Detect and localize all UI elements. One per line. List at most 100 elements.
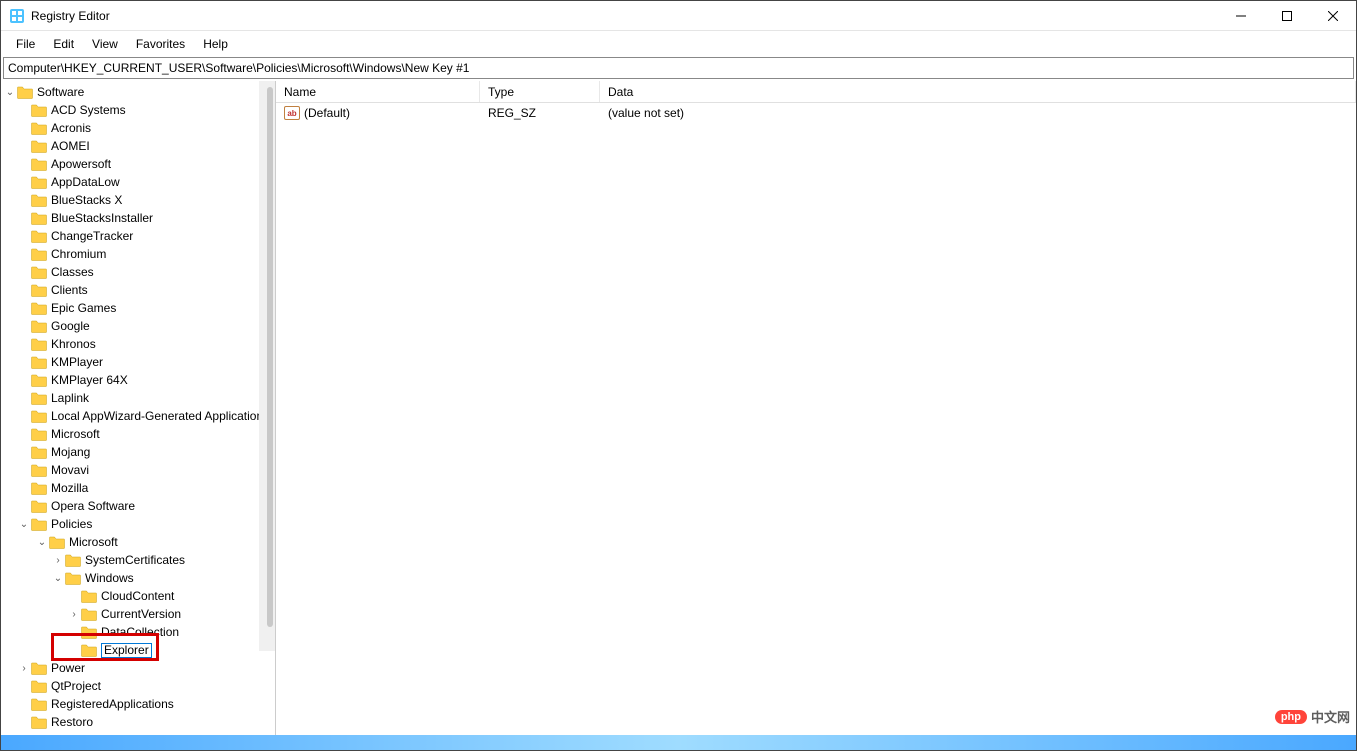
- tree-item[interactable]: ›SystemCertificates: [3, 551, 275, 569]
- list-header-data[interactable]: Data: [600, 81, 1356, 102]
- folder-icon: [31, 464, 47, 477]
- tree-item-label: BlueStacksInstaller: [51, 211, 153, 225]
- tree-scrollbar[interactable]: [259, 81, 275, 651]
- title-bar: Registry Editor: [1, 1, 1356, 31]
- expander-icon[interactable]: ⌄: [3, 87, 17, 98]
- list-header-name[interactable]: Name: [276, 81, 480, 102]
- tree-item[interactable]: AOMEI: [3, 137, 275, 155]
- tree-item[interactable]: ⌄Policies: [3, 515, 275, 533]
- folder-icon: [81, 608, 97, 621]
- minimize-button[interactable]: [1218, 1, 1264, 31]
- tree-item-label: Microsoft: [69, 535, 118, 549]
- expander-icon[interactable]: ⌄: [17, 519, 31, 530]
- tree-item[interactable]: Local AppWizard-Generated Applications: [3, 407, 275, 425]
- folder-icon: [31, 698, 47, 711]
- tree-item[interactable]: ChangeTracker: [3, 227, 275, 245]
- menu-bar: File Edit View Favorites Help: [1, 31, 1356, 57]
- folder-icon: [31, 212, 47, 225]
- tree-item[interactable]: CloudContent: [3, 587, 275, 605]
- tree-item[interactable]: Google: [3, 317, 275, 335]
- tree-item[interactable]: Movavi: [3, 461, 275, 479]
- tree-item-label: Chromium: [51, 247, 106, 261]
- expander-icon[interactable]: ›: [17, 663, 31, 674]
- folder-icon: [49, 536, 65, 549]
- tree-pane[interactable]: ⌄ Software ACD Systems AcronisAOMEIApowerso…: [1, 81, 276, 735]
- tree-item[interactable]: ⌄ Software: [3, 83, 275, 101]
- folder-icon: [31, 194, 47, 207]
- tree-item[interactable]: Explorer: [3, 641, 275, 659]
- tree-item[interactable]: Apowersoft: [3, 155, 275, 173]
- tree-item[interactable]: Epic Games: [3, 299, 275, 317]
- folder-icon: [31, 266, 47, 279]
- tree-item[interactable]: Mozilla: [3, 479, 275, 497]
- tree-item[interactable]: Restoro: [3, 713, 275, 731]
- tree-item[interactable]: Opera Software: [3, 497, 275, 515]
- folder-icon: [17, 86, 33, 99]
- folder-icon: [31, 374, 47, 387]
- expander-icon[interactable]: ›: [51, 555, 65, 566]
- tree-item[interactable]: Khronos: [3, 335, 275, 353]
- tree-item[interactable]: ›CurrentVersion: [3, 605, 275, 623]
- menu-help[interactable]: Help: [194, 34, 237, 54]
- tree-item[interactable]: ⌄ Windows: [3, 569, 275, 587]
- folder-icon: [31, 716, 47, 729]
- close-button[interactable]: [1310, 1, 1356, 31]
- desktop-background-sliver: [1, 735, 1356, 750]
- tree-item-label: Epic Games: [51, 301, 116, 315]
- tree-item[interactable]: QtProject: [3, 677, 275, 695]
- list-header: Name Type Data: [276, 81, 1356, 103]
- tree-item[interactable]: Acronis: [3, 119, 275, 137]
- tree-item-label: BlueStacks X: [51, 193, 122, 207]
- tree-item[interactable]: BlueStacks X: [3, 191, 275, 209]
- tree-item-label: ACD Systems: [51, 103, 126, 117]
- tree-item[interactable]: KMPlayer 64X: [3, 371, 275, 389]
- menu-favorites[interactable]: Favorites: [127, 34, 194, 54]
- tree-item[interactable]: ACD Systems: [3, 101, 275, 119]
- menu-file[interactable]: File: [7, 34, 44, 54]
- tree-item[interactable]: ›Power: [3, 659, 275, 677]
- list-pane[interactable]: Name Type Data ab (Default) REG_SZ (valu…: [276, 81, 1356, 735]
- tree-item-label: KMPlayer 64X: [51, 373, 128, 387]
- menu-view[interactable]: View: [83, 34, 127, 54]
- tree-rename-input[interactable]: Explorer: [101, 643, 152, 658]
- tree-item[interactable]: RegisteredApplications: [3, 695, 275, 713]
- watermark-text: 中文网: [1311, 707, 1350, 726]
- tree-item-label: Windows: [85, 571, 134, 585]
- tree-item-label: Khronos: [51, 337, 96, 351]
- folder-icon: [31, 176, 47, 189]
- tree-item[interactable]: Clients: [3, 281, 275, 299]
- maximize-button[interactable]: [1264, 1, 1310, 31]
- tree-item[interactable]: BlueStacksInstaller: [3, 209, 275, 227]
- expander-icon[interactable]: ⌄: [35, 537, 49, 548]
- tree-item-label: KMPlayer: [51, 355, 103, 369]
- tree-item[interactable]: ⌄ Microsoft: [3, 533, 275, 551]
- menu-edit[interactable]: Edit: [44, 34, 83, 54]
- list-row[interactable]: ab (Default) REG_SZ (value not set): [276, 103, 1356, 123]
- expander-icon[interactable]: ⌄: [51, 573, 65, 584]
- tree-item[interactable]: Chromium: [3, 245, 275, 263]
- tree-item-label: Laplink: [51, 391, 89, 405]
- folder-icon: [31, 662, 47, 675]
- tree-item[interactable]: Microsoft: [3, 425, 275, 443]
- folder-icon: [31, 284, 47, 297]
- folder-icon: [31, 482, 47, 495]
- folder-icon: [31, 230, 47, 243]
- tree-item-label: Mojang: [51, 445, 90, 459]
- folder-icon: [31, 446, 47, 459]
- tree-item[interactable]: AppDataLow: [3, 173, 275, 191]
- tree-item[interactable]: Mojang: [3, 443, 275, 461]
- folder-icon: [31, 122, 47, 135]
- tree-item-label: Google: [51, 319, 90, 333]
- tree-item[interactable]: Classes: [3, 263, 275, 281]
- tree-scrollbar-thumb[interactable]: [267, 87, 273, 627]
- tree-item[interactable]: DataCollection: [3, 623, 275, 641]
- expander-icon[interactable]: ›: [67, 609, 81, 620]
- tree-item[interactable]: KMPlayer: [3, 353, 275, 371]
- tree-item[interactable]: Laplink: [3, 389, 275, 407]
- watermark: php 中文网: [1275, 707, 1350, 726]
- address-bar[interactable]: Computer\HKEY_CURRENT_USER\Software\Poli…: [3, 57, 1354, 79]
- folder-icon: [31, 158, 47, 171]
- tree-item-label: Software: [37, 85, 84, 99]
- tree-item-label: Opera Software: [51, 499, 135, 513]
- list-header-type[interactable]: Type: [480, 81, 600, 102]
